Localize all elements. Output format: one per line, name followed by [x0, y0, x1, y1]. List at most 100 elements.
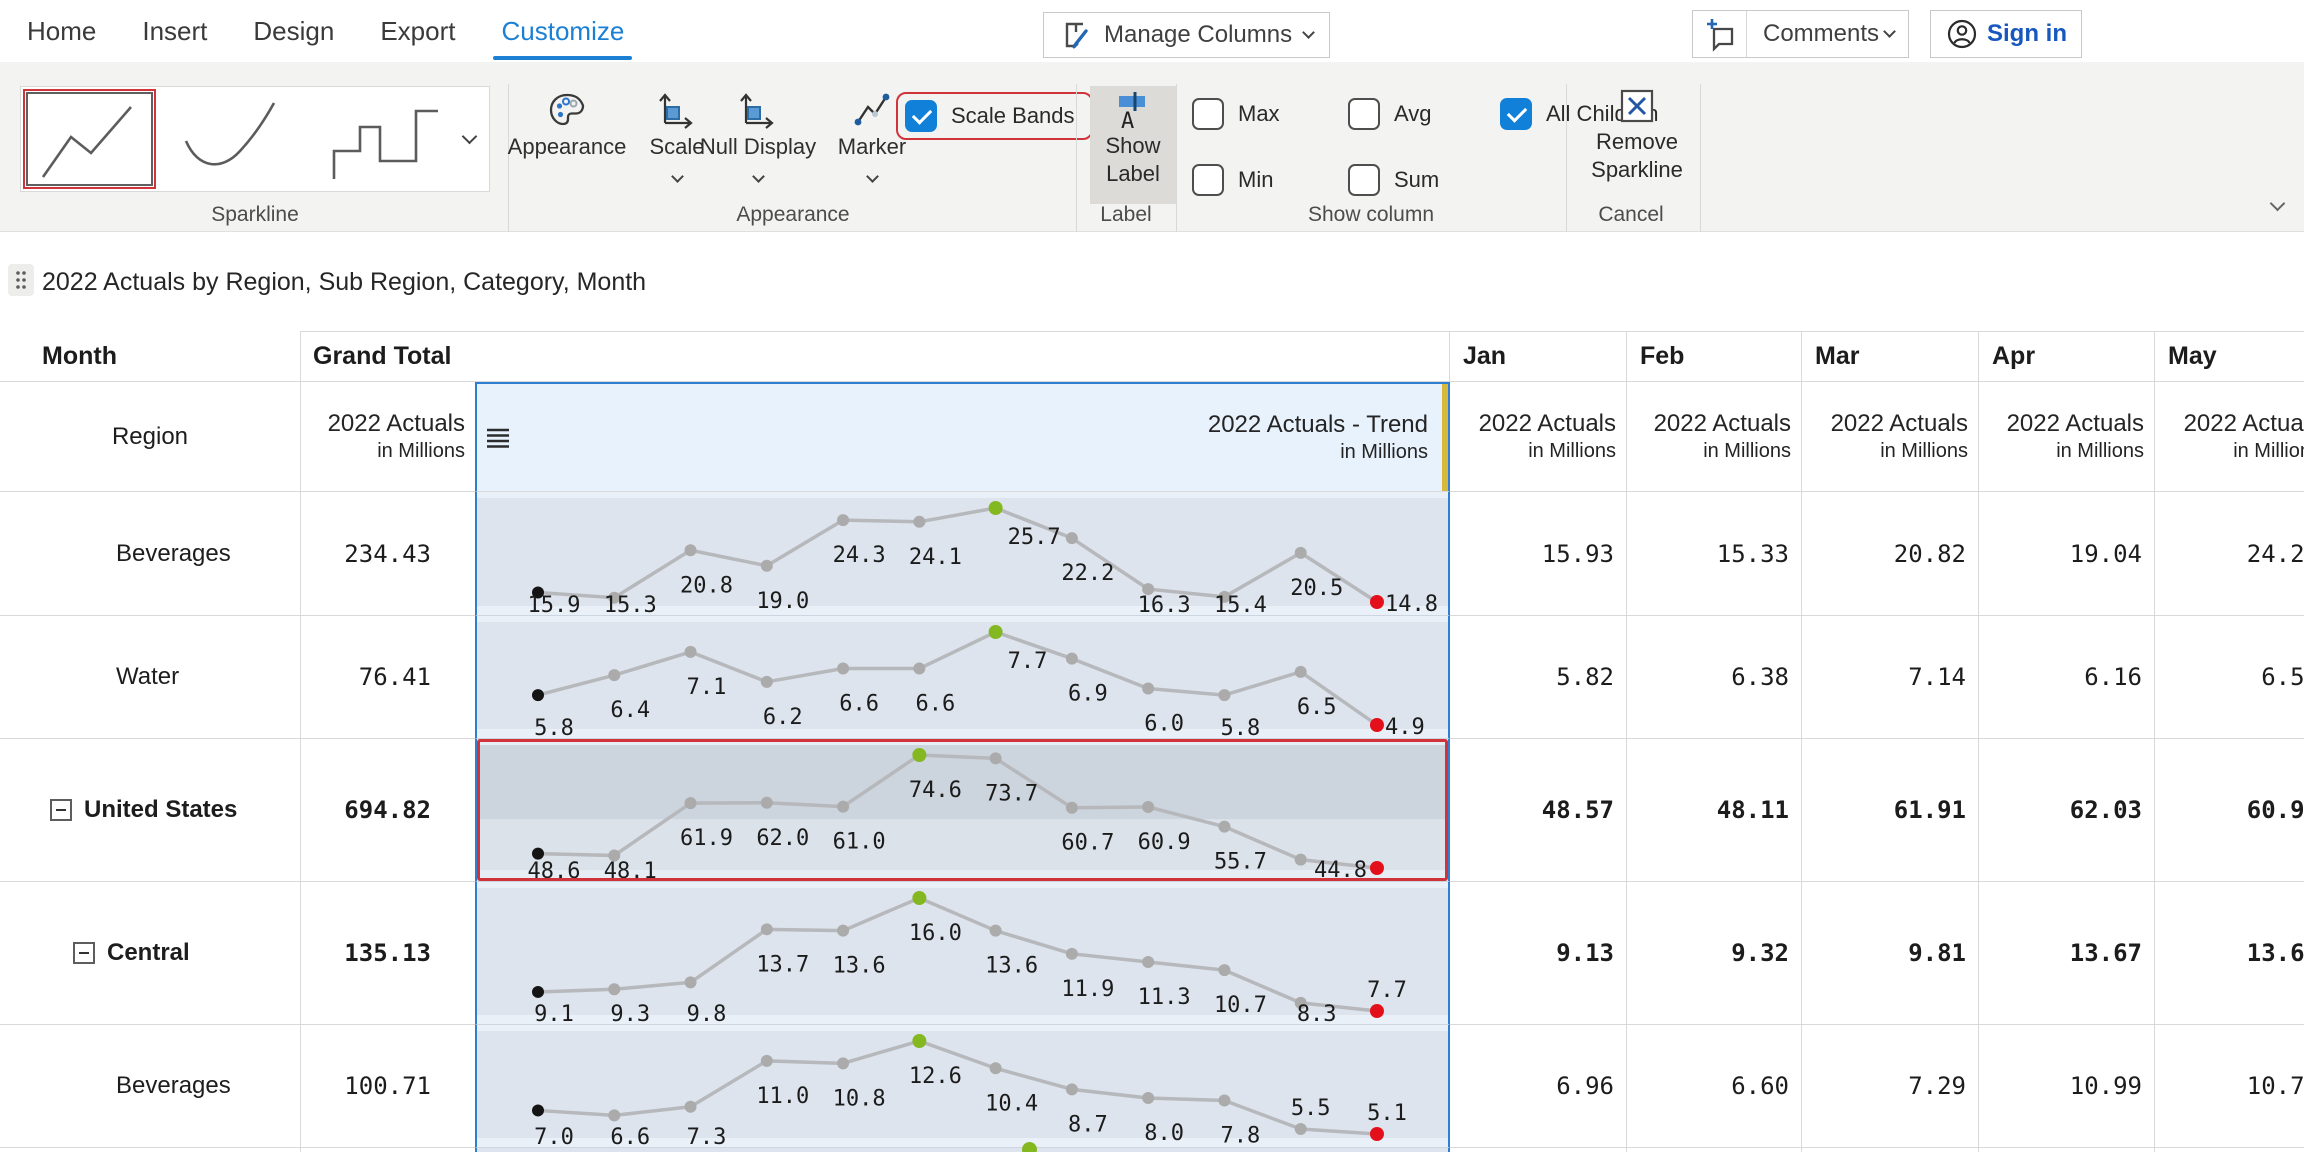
- menu-tab-design[interactable]: Design: [253, 0, 334, 62]
- month-value[interactable]: 19.04: [1979, 492, 2155, 616]
- row-label-cell[interactable]: Water: [0, 616, 301, 739]
- sparkline-preset-line[interactable]: [26, 92, 153, 186]
- collapse-icon[interactable]: [50, 799, 72, 821]
- month-value[interactable]: 9.81: [1802, 882, 1979, 1025]
- appearance-button[interactable]: Appearance: [502, 88, 632, 160]
- menu-tab-export[interactable]: Export: [380, 0, 455, 62]
- month-value[interactable]: 6.96: [1450, 1025, 1627, 1148]
- hamburger-menu-icon[interactable]: [485, 425, 511, 451]
- svg-text:6.5: 6.5: [1297, 695, 1337, 720]
- svg-text:5.8: 5.8: [1221, 716, 1261, 741]
- month-value[interactable]: 20.82: [1802, 492, 1979, 616]
- month-value[interactable]: 15.93: [1450, 492, 1627, 616]
- month-value[interactable]: 48.57: [1450, 739, 1627, 882]
- manage-columns-button[interactable]: Manage Columns: [1043, 12, 1330, 58]
- scale-bands-checkbox[interactable]: [905, 100, 937, 132]
- svg-text:24.1: 24.1: [909, 545, 962, 570]
- grand-total-value[interactable]: 234.43: [301, 492, 475, 616]
- month-value[interactable]: 10.79: [2155, 1025, 2304, 1148]
- svg-text:16.3: 16.3: [1138, 593, 1191, 618]
- chevron-down-icon[interactable]: [866, 170, 879, 183]
- month-value[interactable]: 9.32: [1627, 882, 1802, 1025]
- month-value[interactable]: 6.38: [1627, 616, 1802, 739]
- column-resize-strip[interactable]: [1442, 384, 1448, 491]
- month-value[interactable]: 13.62: [2155, 882, 2304, 1025]
- step-sparkline-icon: [326, 95, 446, 183]
- menu-tab-home[interactable]: Home: [27, 0, 96, 62]
- show-label-button[interactable]: A Show Label: [1090, 86, 1176, 204]
- column-header-may[interactable]: May: [2155, 331, 2304, 382]
- grand-total-value[interactable]: 100.71: [301, 1025, 475, 1148]
- row-label-cell[interactable]: Central: [0, 882, 301, 1025]
- column-header-grand-total[interactable]: Grand Total: [301, 331, 1450, 382]
- sparkline-cell[interactable]: 5.86.47.16.26.66.67.76.96.05.86.54.9: [475, 616, 1450, 739]
- sparkline-preset-smooth[interactable]: [175, 92, 301, 186]
- month-value[interactable]: 6.57: [2155, 616, 2304, 739]
- month-value[interactable]: 48.11: [1627, 739, 1802, 882]
- trend-title: 2022 Actuals - Trend: [1208, 411, 1428, 439]
- partial-row: [1627, 1148, 1802, 1152]
- svg-text:6.0: 6.0: [1144, 711, 1184, 736]
- collapse-icon[interactable]: [73, 942, 95, 964]
- month-value[interactable]: 7.14: [1802, 616, 1979, 739]
- month-value[interactable]: 9.13: [1450, 882, 1627, 1025]
- sparkline-cell[interactable]: 7.06.67.311.010.812.610.48.78.07.85.55.1: [475, 1025, 1450, 1148]
- chevron-down-icon[interactable]: [671, 170, 684, 183]
- collapse-ribbon-chevron[interactable]: [2270, 196, 2286, 212]
- row-label-cell[interactable]: United States: [0, 739, 301, 882]
- checkbox-label: Max: [1238, 101, 1280, 127]
- all-children-checkbox[interactable]: [1500, 98, 1532, 130]
- max-checkbox[interactable]: [1192, 98, 1224, 130]
- null-display-button[interactable]: Null Display: [696, 88, 820, 181]
- apr-measure-header[interactable]: 2022 Actualsin Millions: [1979, 382, 2155, 492]
- row-label-cell[interactable]: Beverages: [0, 1025, 301, 1148]
- avg-checkbox[interactable]: [1348, 98, 1380, 130]
- grand-total-value[interactable]: 76.41: [301, 616, 475, 739]
- month-value[interactable]: 61.91: [1802, 739, 1979, 882]
- sparkline-cell[interactable]: 48.648.161.962.061.074.673.760.760.955.7…: [475, 739, 1450, 882]
- min-checkbox[interactable]: [1192, 164, 1224, 196]
- partial-row-sparkline: [475, 1148, 1450, 1152]
- menu-tab-customize[interactable]: Customize: [501, 0, 624, 62]
- column-header-jan[interactable]: Jan: [1450, 331, 1627, 382]
- month-value[interactable]: 15.33: [1627, 492, 1802, 616]
- row-label-cell[interactable]: Beverages: [0, 492, 301, 616]
- jan-measure-header[interactable]: 2022 Actualsin Millions: [1450, 382, 1627, 492]
- menu-tab-insert[interactable]: Insert: [142, 0, 207, 62]
- chevron-down-icon[interactable]: [752, 170, 765, 183]
- month-value[interactable]: 10.99: [1979, 1025, 2155, 1148]
- may-measure-header[interactable]: 2022 Actualsin Millions: [2155, 382, 2304, 492]
- month-value[interactable]: 13.67: [1979, 882, 2155, 1025]
- column-header-apr[interactable]: Apr: [1979, 331, 2155, 382]
- row-label: Beverages: [116, 540, 231, 568]
- remove-sparkline-button[interactable]: Remove Sparkline: [1578, 86, 1696, 184]
- sum-checkbox[interactable]: [1348, 164, 1380, 196]
- feb-measure-header[interactable]: 2022 Actualsin Millions: [1627, 382, 1802, 492]
- sign-in-button[interactable]: Sign in: [1930, 10, 2082, 58]
- month-value[interactable]: 60.95: [2155, 739, 2304, 882]
- grand-total-value[interactable]: 135.13: [301, 882, 475, 1025]
- column-header-month[interactable]: Month: [0, 331, 301, 382]
- grand-total-measure-header[interactable]: 2022 Actualsin Millions: [301, 382, 475, 492]
- drag-handle-icon[interactable]: [8, 264, 34, 296]
- month-value[interactable]: 5.82: [1450, 616, 1627, 739]
- month-value[interactable]: 24.26: [2155, 492, 2304, 616]
- month-value[interactable]: 7.29: [1802, 1025, 1979, 1148]
- trend-column-header[interactable]: 2022 Actuals - Trendin Millions: [475, 382, 1450, 492]
- row-header-region[interactable]: Region: [0, 382, 301, 492]
- sparkline-cell[interactable]: 9.19.39.813.713.616.013.611.911.310.78.3…: [475, 882, 1450, 1025]
- month-value[interactable]: 6.16: [1979, 616, 2155, 739]
- month-value[interactable]: 62.03: [1979, 739, 2155, 882]
- svg-text:60.7: 60.7: [1061, 831, 1114, 856]
- mar-measure-header[interactable]: 2022 Actualsin Millions: [1802, 382, 1979, 492]
- smooth-sparkline-icon: [178, 95, 298, 183]
- sparkline-preset-step[interactable]: [323, 92, 449, 186]
- column-header-mar[interactable]: Mar: [1802, 331, 1979, 382]
- sparkline-cell[interactable]: 15.915.320.819.024.324.125.722.216.315.4…: [475, 492, 1450, 616]
- column-header-feb[interactable]: Feb: [1627, 331, 1802, 382]
- gallery-more-button[interactable]: [449, 87, 489, 191]
- svg-text:44.8: 44.8: [1314, 858, 1367, 883]
- comments-button[interactable]: Comments: [1692, 10, 1909, 58]
- month-value[interactable]: 6.60: [1627, 1025, 1802, 1148]
- grand-total-value[interactable]: 694.82: [301, 739, 475, 882]
